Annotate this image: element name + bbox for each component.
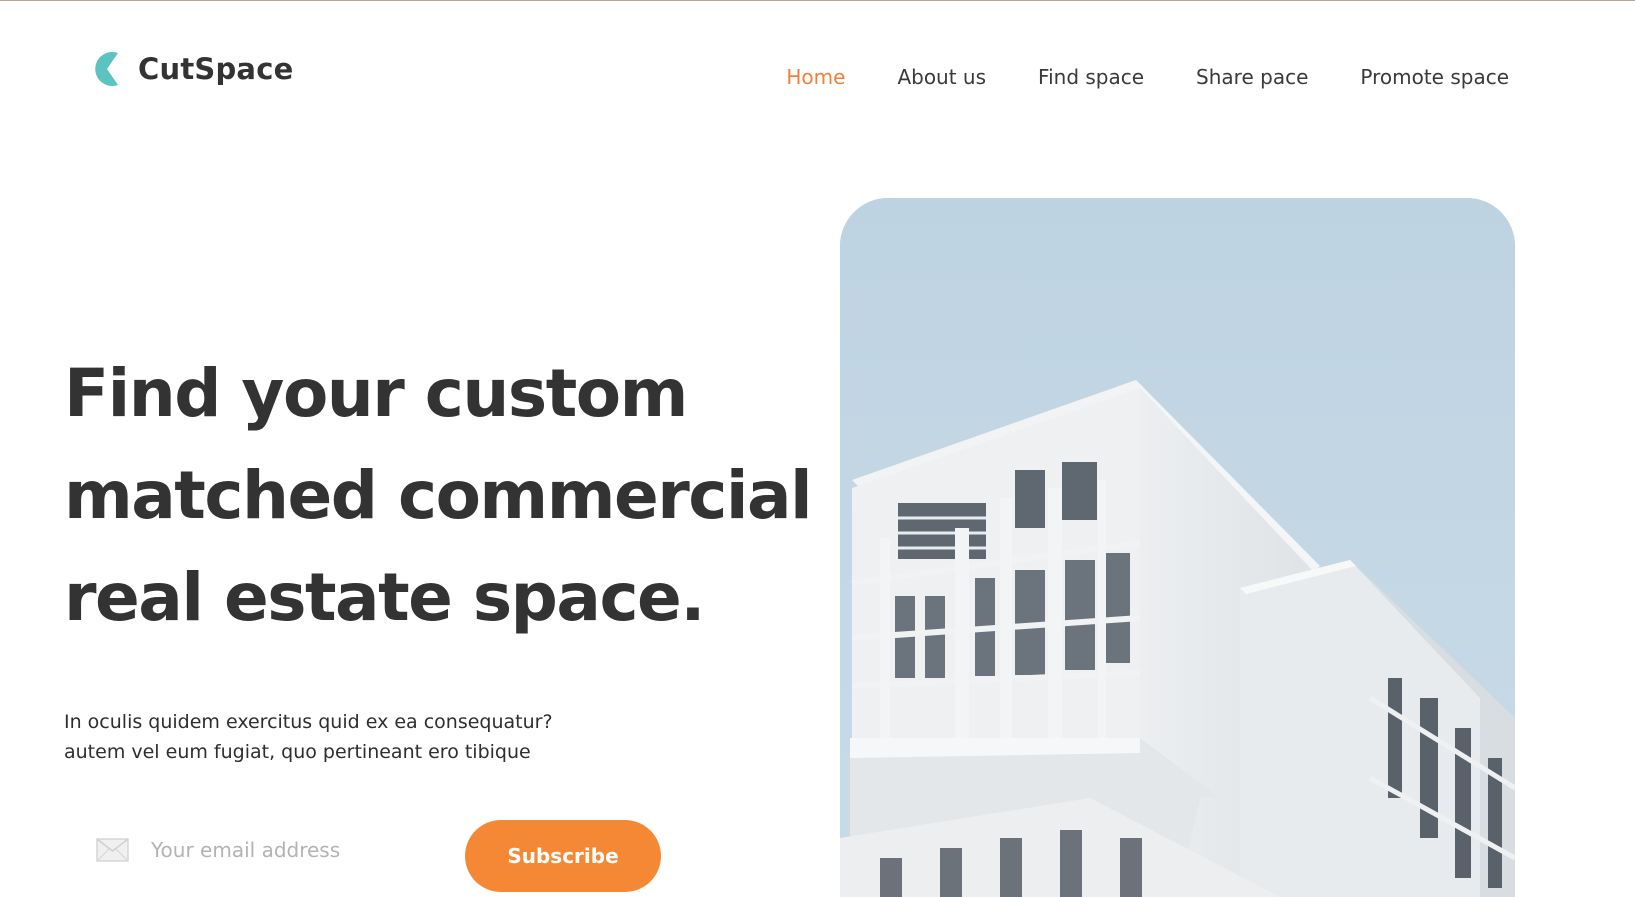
nav-item-about-us[interactable]: About us — [897, 62, 986, 92]
email-field-wrapper — [96, 828, 436, 872]
nav-item-promote-space[interactable]: Promote space — [1360, 62, 1509, 92]
hero-description: In oculis quidem exercitus quid ex ea co… — [64, 707, 553, 767]
envelope-icon — [96, 838, 129, 862]
hero-description-line: autem vel eum fugiat, quo pertineant ero… — [64, 741, 531, 763]
nav-item-home[interactable]: Home — [786, 62, 845, 92]
hero-title-line: Find your custom — [64, 355, 688, 432]
brand-name: CutSpace — [138, 52, 294, 86]
subscribe-button[interactable]: Subscribe — [465, 820, 661, 892]
email-input[interactable] — [151, 838, 421, 862]
hero-title-line: matched commercial — [64, 457, 813, 534]
hero-title: Find your custom matched commercial real… — [64, 343, 824, 649]
top-border — [0, 0, 1635, 1]
c-shape-logo-icon — [95, 52, 118, 86]
main-nav: Home About us Find space Share pace Prom… — [734, 62, 1509, 92]
hero-title-line: real estate space. — [64, 559, 705, 636]
brand-logo-link[interactable]: CutSpace — [91, 50, 293, 88]
nav-item-share-pace[interactable]: Share pace — [1196, 62, 1308, 92]
hero-description-line: In oculis quidem exercitus quid ex ea co… — [64, 711, 553, 733]
building-photo — [840, 198, 1515, 897]
nav-item-find-space[interactable]: Find space — [1038, 62, 1144, 92]
building-illustration — [840, 198, 1515, 897]
